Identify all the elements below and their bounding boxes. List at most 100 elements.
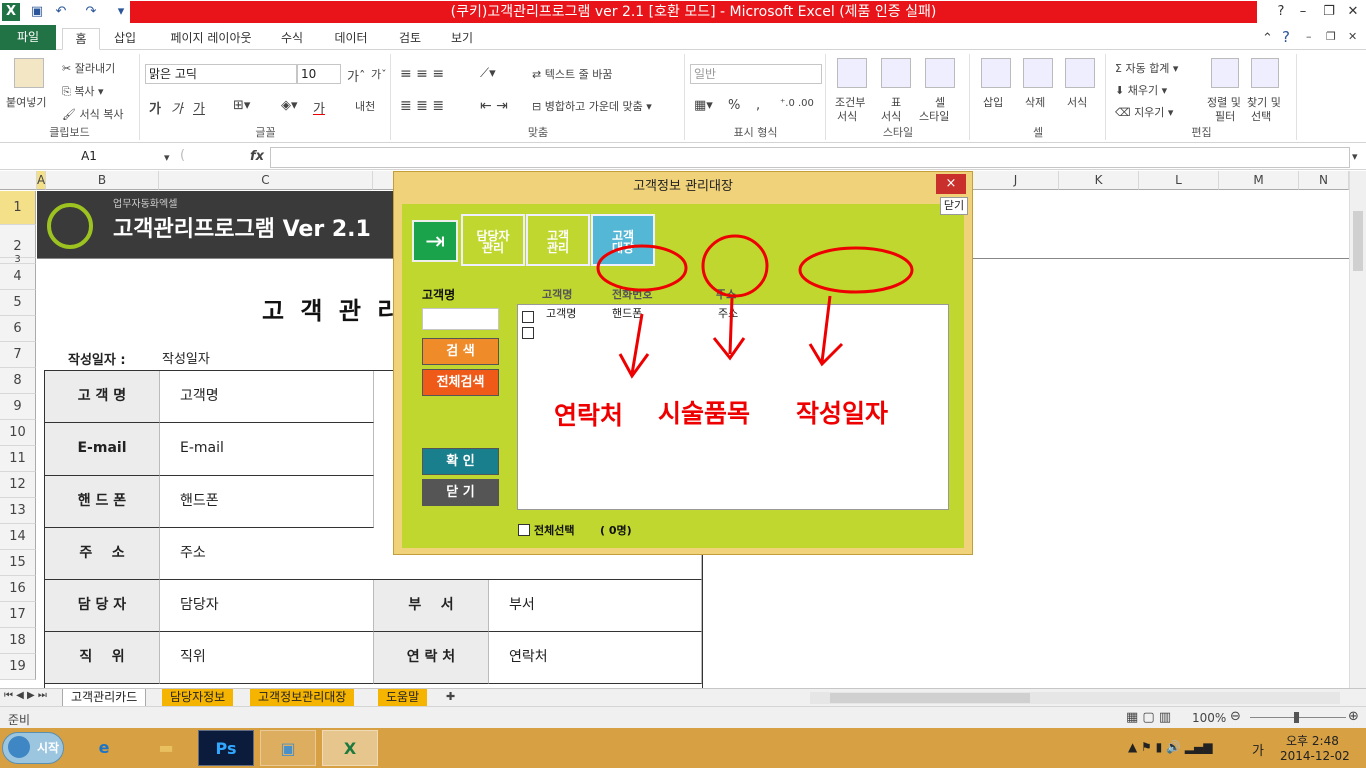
tab-home[interactable]: 홈 — [62, 28, 100, 50]
tab-insert[interactable]: 삽입 — [104, 28, 146, 50]
sheet-nav-icon[interactable]: ⏮ ◀ ▶ ⏭ — [4, 690, 47, 701]
zoom-level[interactable]: 100% — [1192, 711, 1226, 725]
align-left-icon[interactable]: ≣ ≣ ≣ — [400, 98, 444, 114]
name-box-dropdown-icon[interactable]: ▾ — [164, 151, 170, 164]
row-header[interactable]: 18 — [0, 628, 36, 654]
folder-icon[interactable]: ▬ — [138, 730, 194, 766]
sheet-tab-help[interactable]: 도움말 — [378, 689, 428, 707]
row-header[interactable]: 19 — [0, 654, 36, 680]
row-header[interactable]: 17 — [0, 602, 36, 628]
vertical-scrollbar[interactable] — [1349, 171, 1366, 688]
formula-input[interactable] — [270, 147, 1350, 168]
undo-icon[interactable]: ↶ — [52, 3, 70, 21]
col-header-n[interactable]: N — [1299, 171, 1349, 190]
row-header[interactable]: 7 — [0, 342, 36, 368]
paste-label[interactable]: 붙여넣기 — [6, 94, 46, 110]
ribbon-collapse-icon[interactable]: ⌃ — [1262, 31, 1273, 46]
row-header[interactable]: 14 — [0, 524, 36, 550]
tab-formulas[interactable]: 수식 — [272, 28, 312, 50]
minimize-button[interactable]: – — [1290, 2, 1316, 22]
ie-icon[interactable]: e — [76, 730, 132, 766]
currency-icon[interactable]: ▦▾ — [694, 98, 713, 113]
form-value-dept[interactable]: 부서 — [489, 580, 702, 632]
row-header[interactable]: 8 — [0, 368, 36, 394]
row-header[interactable]: 11 — [0, 446, 36, 472]
col-header-k[interactable]: K — [1059, 171, 1139, 190]
phonetic-button[interactable]: 내천 — [355, 98, 375, 114]
wrap-text-button[interactable]: ⇄ 텍스트 줄 바꿈 — [532, 66, 612, 82]
doc-close-icon[interactable]: ✕ — [1348, 30, 1357, 43]
percent-button[interactable]: % — [728, 98, 740, 113]
find-select-label2[interactable]: 선택 — [1251, 108, 1271, 124]
col-header-a[interactable]: A — [37, 171, 46, 190]
cell-styles-icon[interactable] — [925, 58, 955, 88]
date-value[interactable]: 작성일자 — [162, 348, 210, 367]
format-cells-icon[interactable] — [1065, 58, 1095, 88]
clock-date[interactable]: 2014-12-02 — [1280, 749, 1350, 763]
border-icon[interactable]: ⊞▾ — [233, 98, 250, 113]
close-window-button[interactable]: ✕ — [1340, 2, 1366, 22]
restore-button[interactable]: ❐ — [1316, 2, 1342, 22]
formula-expand-icon[interactable]: ▾ — [1352, 150, 1358, 163]
binoculars-icon[interactable] — [1251, 58, 1279, 88]
comma-button[interactable]: , — [756, 98, 760, 113]
horizontal-scrollbar[interactable] — [810, 692, 1340, 704]
row-header[interactable]: 1 — [0, 191, 36, 225]
grow-font-icon[interactable]: 가ˆ — [347, 66, 365, 85]
form-value-position[interactable]: 직위 — [160, 632, 374, 684]
dialog-close-button[interactable]: × — [936, 174, 966, 194]
indent-icon[interactable]: ⇤ ⇥ — [480, 98, 508, 114]
form-value-name[interactable]: 고객명 — [160, 371, 374, 423]
autosum-button[interactable]: Σ 자동 합계 ▾ — [1115, 60, 1178, 76]
insert-cells-label[interactable]: 삽입 — [983, 94, 1003, 110]
help-circle-icon[interactable]: ? — [1282, 28, 1290, 46]
sort-filter-label2[interactable]: 필터 — [1215, 108, 1235, 124]
row-header[interactable]: 13 — [0, 498, 36, 524]
tab-review[interactable]: 검토 — [390, 28, 430, 50]
italic-button[interactable]: 가 — [171, 98, 183, 117]
qat-customize-icon[interactable]: ▾ — [112, 3, 130, 21]
align-top-icon[interactable]: ≡ ≡ ≡ — [400, 66, 444, 82]
horizontal-scroll-thumb[interactable] — [830, 693, 1030, 703]
form-value-email[interactable]: E-mail — [160, 423, 374, 476]
col-header-l[interactable]: L — [1139, 171, 1219, 190]
sheet-tab-ledger[interactable]: 고객정보관리대장 — [250, 689, 355, 707]
excel-taskbar-icon[interactable]: X — [322, 730, 378, 766]
decimal-icon[interactable]: ⁺.0 .00 — [780, 98, 814, 109]
tab-view[interactable]: 보기 — [442, 28, 482, 50]
cut-button[interactable]: ✂ 잘라내기 — [62, 60, 115, 76]
delete-cells-label[interactable]: 삭제 — [1025, 94, 1045, 110]
form-value-contact[interactable]: 연락처 — [489, 632, 702, 684]
form-value-phone[interactable]: 핸드폰 — [160, 476, 374, 528]
copy-button[interactable]: ⎘ 복사 ▾ — [62, 83, 104, 99]
clock-time[interactable]: 오후 2:48 — [1286, 732, 1339, 749]
doc-minimize-icon[interactable]: – — [1306, 30, 1312, 43]
shrink-font-icon[interactable]: 가ˇ — [371, 66, 387, 82]
tab-data[interactable]: 데이터 — [326, 28, 376, 50]
font-name-select[interactable]: 맑은 고딕 — [145, 64, 297, 84]
tab-page-layout[interactable]: 페이지 레이아웃 — [156, 28, 266, 50]
col-header-c[interactable]: C — [159, 171, 373, 190]
doc-restore-icon[interactable]: ❐ — [1326, 30, 1336, 43]
fx-icon[interactable]: fx — [250, 149, 264, 164]
redo-icon[interactable]: ↷ — [82, 3, 100, 21]
row-header[interactable]: 12 — [0, 472, 36, 498]
merge-center-button[interactable]: ⊟ 병합하고 가운데 맞춤 ▾ — [532, 98, 652, 114]
row-header[interactable]: 10 — [0, 420, 36, 446]
conditional-format-label2[interactable]: 서식 — [837, 108, 857, 124]
table-format-label2[interactable]: 서식 — [881, 108, 901, 124]
bold-button[interactable]: 가 — [149, 98, 161, 117]
ime-indicator[interactable]: 가 — [1252, 740, 1264, 759]
conditional-format-icon[interactable] — [837, 58, 867, 88]
col-header-j[interactable]: J — [973, 171, 1059, 190]
name-box[interactable]: A1 — [2, 147, 176, 168]
delete-cells-icon[interactable] — [1023, 58, 1053, 88]
form-value-manager[interactable]: 담당자 — [160, 580, 374, 632]
row-header[interactable]: 9 — [0, 394, 36, 420]
row-header[interactable]: 4 — [0, 264, 36, 290]
paste-icon[interactable] — [14, 58, 44, 88]
format-cells-label[interactable]: 서식 — [1067, 94, 1087, 110]
row-header[interactable]: 5 — [0, 290, 36, 316]
zoom-slider-thumb[interactable] — [1294, 712, 1299, 723]
col-header-m[interactable]: M — [1219, 171, 1299, 190]
